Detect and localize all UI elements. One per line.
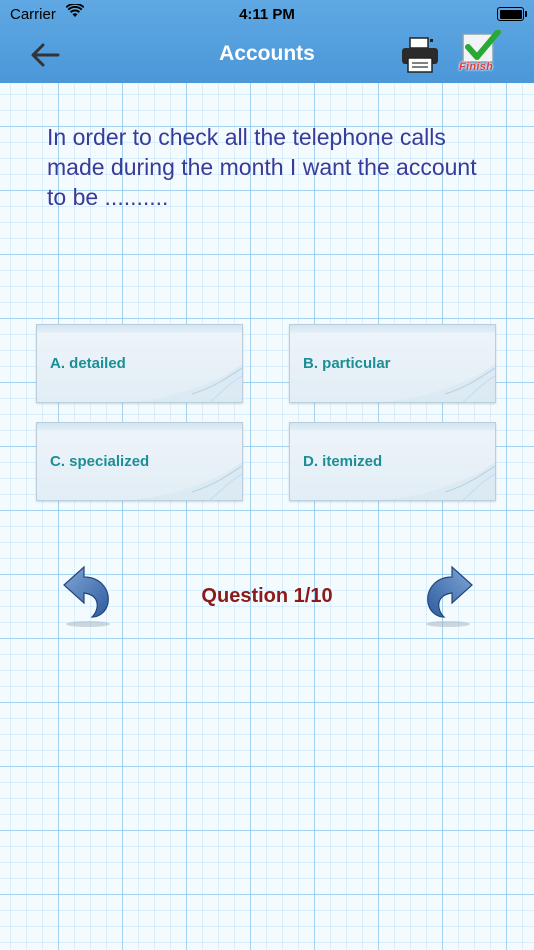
option-label: A. detailed — [50, 355, 126, 372]
clock: 4:11 PM — [239, 6, 295, 23]
page-curl-icon — [132, 364, 242, 402]
question-text: In order to check all the telephone call… — [47, 124, 477, 210]
option-b-button[interactable]: B. particular — [289, 324, 496, 403]
option-d-button[interactable]: D. itemized — [289, 422, 496, 501]
battery-icon — [497, 7, 527, 21]
page-curl-icon — [385, 364, 495, 402]
option-label: D. itemized — [303, 453, 383, 470]
finish-button[interactable]: Finish — [458, 30, 506, 78]
page-curl-icon — [132, 462, 242, 500]
printer-icon[interactable] — [400, 36, 440, 74]
option-a-button[interactable]: A. detailed — [36, 324, 243, 403]
next-arrow-icon[interactable] — [420, 563, 476, 631]
navigation-bar: Carrier 4:11 PM Accounts Finish — [0, 0, 534, 83]
status-bar: Carrier 4:11 PM — [0, 0, 534, 30]
finish-label: Finish — [459, 61, 494, 73]
option-label: B. particular — [303, 355, 391, 372]
page-curl-icon — [385, 462, 495, 500]
page-title: Accounts — [219, 42, 315, 65]
option-c-button[interactable]: C. specialized — [36, 422, 243, 501]
